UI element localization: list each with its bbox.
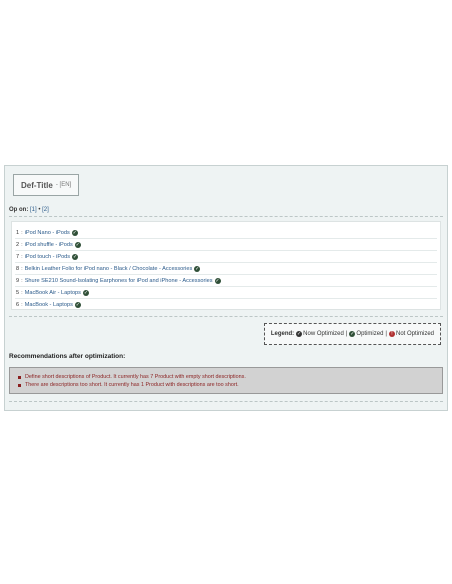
product-link[interactable]: MacBook Air - Laptops: [25, 290, 81, 296]
not-optimized-icon: !: [388, 331, 395, 337]
optimized-check-icon: ✓: [74, 301, 81, 308]
bullet-icon: [18, 383, 21, 387]
optimized-check-icon: ✓: [72, 253, 79, 260]
divider: [9, 216, 443, 217]
legend: Legend: ✓ Now Optimized | ✓ Optimized | …: [263, 323, 441, 345]
optimized-check-icon: ✓: [214, 277, 221, 284]
recommendations-box: Define short descriptions of Product. It…: [9, 367, 443, 394]
product-link[interactable]: Shure SE210 Sound-Isolating Earphones fo…: [25, 278, 213, 284]
legend-label: Legend:: [270, 331, 295, 337]
seo-panel: Def-Title - [EN] Op on: [1] • [2] 1: iPo…: [4, 165, 448, 411]
recommendation-item: Define short descriptions of Product. It…: [18, 373, 434, 381]
page-divider: •: [38, 207, 41, 213]
legend-not-optimized: Not Optimized: [395, 331, 434, 337]
optimized-check-icon: ✓: [194, 265, 201, 272]
product-list: 1: iPod Nano - iPods ✓ 2: iPod shuffle -…: [11, 221, 441, 310]
page-link-1[interactable]: [1]: [30, 207, 37, 213]
legend-now-optimized: Now Optimized: [303, 331, 344, 337]
product-number: 9: [16, 277, 20, 284]
product-number: 6: [16, 301, 20, 308]
page-title: Def-Title: [21, 180, 53, 190]
recommendation-text: Define short descriptions of Product. It…: [25, 374, 246, 380]
optimized-check-icon: ✓: [71, 229, 78, 236]
product-link[interactable]: MacBook - Laptops: [25, 302, 73, 308]
product-link[interactable]: iPod shuffle - iPods: [25, 242, 73, 248]
bullet-icon: [18, 375, 21, 379]
product-number: 1: [16, 229, 20, 236]
list-item[interactable]: 2: iPod shuffle - iPods ✓: [15, 239, 437, 251]
list-item[interactable]: 6: MacBook - Laptops ✓: [15, 299, 437, 310]
product-number: 7: [16, 253, 20, 260]
now-optimized-icon: ✓: [296, 331, 303, 337]
legend-optimized: Optimized: [356, 331, 384, 337]
list-item[interactable]: 7: iPod touch - iPods ✓: [15, 251, 437, 263]
op-on-pagination: Op on: [1] • [2]: [9, 207, 49, 213]
product-number: 2: [16, 241, 20, 248]
list-item[interactable]: 8: Belkin Leather Folio for iPod nano - …: [15, 263, 437, 275]
optimized-check-icon: ✓: [82, 289, 89, 296]
divider: [9, 401, 443, 402]
legend-separator: |: [385, 331, 387, 337]
recommendations-title: Recommendations after optimization:: [9, 353, 126, 360]
op-on-label: Op on:: [9, 207, 29, 213]
page-link-2[interactable]: [2]: [42, 207, 49, 213]
divider: [9, 316, 443, 317]
product-link[interactable]: iPod Nano - iPods: [25, 230, 70, 236]
title-box: Def-Title - [EN]: [13, 174, 80, 196]
list-item[interactable]: 1: iPod Nano - iPods ✓: [15, 227, 437, 239]
optimized-check-icon: ✓: [74, 241, 81, 248]
recommendation-item: There are descriptions too short. It cur…: [18, 381, 434, 389]
product-number: 8: [16, 265, 20, 272]
product-link[interactable]: Belkin Leather Folio for iPod nano - Bla…: [25, 266, 193, 272]
product-link[interactable]: iPod touch - iPods: [25, 254, 70, 260]
legend-separator: |: [345, 331, 348, 337]
optimized-icon: ✓: [349, 331, 356, 337]
language-tag: - [EN]: [55, 182, 72, 188]
list-item[interactable]: 5: MacBook Air - Laptops ✓: [15, 287, 437, 299]
list-item[interactable]: 9: Shure SE210 Sound-Isolating Earphones…: [15, 275, 437, 287]
product-number: 5: [16, 289, 20, 296]
recommendation-text: There are descriptions too short. It cur…: [25, 382, 239, 388]
